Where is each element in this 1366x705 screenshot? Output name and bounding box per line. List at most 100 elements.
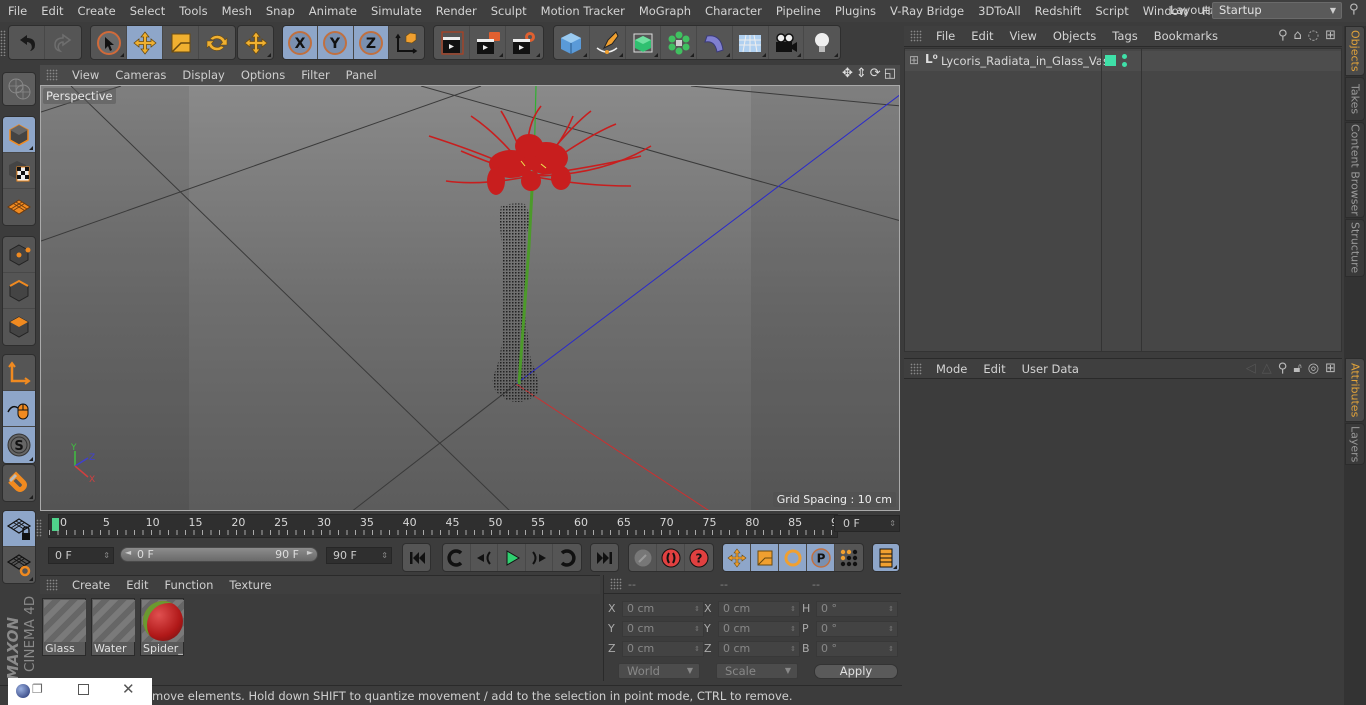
render-picture-viewer-button[interactable] xyxy=(470,26,506,59)
y-axis-lock-button[interactable]: Y xyxy=(318,26,354,59)
menu-edit[interactable]: Edit xyxy=(34,4,70,18)
solo-mode-button[interactable]: S xyxy=(3,427,35,463)
object-menu-edit[interactable]: Edit xyxy=(963,29,1001,43)
move-tool-button[interactable] xyxy=(127,26,163,59)
workplane-align-button[interactable] xyxy=(3,547,35,583)
camera-label[interactable]: Perspective xyxy=(43,88,116,104)
coordinate-field[interactable]: 0 cm ⇕ xyxy=(622,621,704,637)
key-rotation-button[interactable] xyxy=(779,544,807,571)
undo-button[interactable] xyxy=(9,26,45,59)
menu-motion-tracker[interactable]: Motion Tracker xyxy=(534,4,632,18)
polygons-mode-button[interactable] xyxy=(3,309,35,345)
workplane-mode-button[interactable] xyxy=(3,189,35,225)
menu-pipeline[interactable]: Pipeline xyxy=(769,4,828,18)
live-selection-button[interactable] xyxy=(91,26,127,59)
rotate-tool-button[interactable] xyxy=(199,26,235,59)
render-settings-button[interactable] xyxy=(506,26,542,59)
render-visibility-dot[interactable] xyxy=(1122,62,1127,67)
cloner-button[interactable] xyxy=(661,26,697,59)
viewport-menu-view[interactable]: View xyxy=(64,68,107,82)
material-menu-function[interactable]: Function xyxy=(157,578,222,592)
subdivision-nurbs-button[interactable] xyxy=(626,26,662,59)
menu-3dtoall[interactable]: 3DToAll xyxy=(971,4,1028,18)
coordinate-field[interactable]: 0 cm ⇕ xyxy=(622,601,704,617)
tab-takes[interactable]: Takes xyxy=(1345,77,1365,121)
panel-grip[interactable] xyxy=(910,30,922,42)
spinner-icon[interactable]: ⇕ xyxy=(694,622,700,636)
previous-frame-button[interactable] xyxy=(471,544,499,571)
material-swatch[interactable]: Glass xyxy=(42,598,86,656)
material-menu-edit[interactable]: Edit xyxy=(118,578,156,592)
menu-snap[interactable]: Snap xyxy=(259,4,302,18)
material-swatch[interactable]: Water xyxy=(91,598,135,656)
next-key-button[interactable] xyxy=(553,544,581,571)
start-frame-field[interactable]: 0 F ⇕ xyxy=(48,547,114,564)
light-button[interactable] xyxy=(804,26,840,59)
viewport-menu-panel[interactable]: Panel xyxy=(338,68,385,82)
panel-grip[interactable] xyxy=(46,69,58,81)
x-axis-lock-button[interactable]: X xyxy=(283,26,319,59)
editor-visibility-dot[interactable] xyxy=(1122,54,1127,59)
key-position-button[interactable] xyxy=(723,544,751,571)
search-icon[interactable]: ⚲ xyxy=(1278,361,1288,376)
coordinate-field[interactable]: 0 cm ⇕ xyxy=(718,641,800,657)
dolly-view-icon[interactable]: ⇕ xyxy=(856,66,867,81)
menu-plugins[interactable]: Plugins xyxy=(828,4,883,18)
spinner-icon[interactable]: ⇕ xyxy=(790,622,796,636)
make-editable-button[interactable] xyxy=(3,73,35,105)
menu-script[interactable]: Script xyxy=(1088,4,1135,18)
spinner-icon[interactable]: ⇕ xyxy=(888,642,894,656)
workplane-lock-button[interactable] xyxy=(3,511,35,547)
goto-start-button[interactable] xyxy=(403,544,430,571)
toggle-views-icon[interactable]: ◱ xyxy=(884,66,896,81)
menu-vray-bridge[interactable]: V-Ray Bridge xyxy=(883,4,971,18)
camera-button[interactable] xyxy=(769,26,805,59)
model-mode-button[interactable] xyxy=(3,117,35,153)
coordinate-field[interactable]: 0 ° ⇕ xyxy=(816,621,898,637)
column-divider[interactable] xyxy=(1141,49,1142,351)
object-row[interactable]: ⊞ L⁰ Lycoris_Radiata_in_Glass_Vase xyxy=(905,51,1341,71)
attribute-menu-user-data[interactable]: User Data xyxy=(1014,362,1087,376)
pen-spline-button[interactable] xyxy=(590,26,626,59)
recent-tool-button[interactable] xyxy=(238,26,273,59)
search-icon[interactable]: ⚲ xyxy=(1349,2,1359,17)
key-scale-button[interactable] xyxy=(751,544,779,571)
play-button[interactable] xyxy=(498,544,526,571)
menu-create[interactable]: Create xyxy=(71,4,123,18)
menu-redshift[interactable]: Redshift xyxy=(1028,4,1089,18)
column-divider[interactable] xyxy=(1101,49,1102,351)
snap-button[interactable] xyxy=(3,465,35,501)
spinner-icon[interactable]: ⇕ xyxy=(790,602,796,616)
coordinate-field[interactable]: 0 cm ⇕ xyxy=(622,641,704,657)
panel-grip[interactable] xyxy=(610,578,622,590)
apply-button[interactable]: Apply xyxy=(814,664,898,679)
object-name[interactable]: Lycoris_Radiata_in_Glass_Vase xyxy=(941,54,1116,68)
tab-layers[interactable]: Layers xyxy=(1345,423,1365,465)
menu-character[interactable]: Character xyxy=(698,4,769,18)
spinner-icon[interactable]: ⇕ xyxy=(790,642,796,656)
tab-attributes[interactable]: Attributes xyxy=(1345,358,1365,422)
menu-tools[interactable]: Tools xyxy=(172,4,214,18)
material-menu-texture[interactable]: Texture xyxy=(221,578,279,592)
attribute-menu-edit[interactable]: Edit xyxy=(975,362,1013,376)
layer-color-swatch[interactable] xyxy=(1105,55,1116,66)
menu-simulate[interactable]: Simulate xyxy=(364,4,429,18)
home-icon[interactable]: ⌂ xyxy=(1293,28,1301,43)
tab-structure[interactable]: Structure xyxy=(1345,219,1365,277)
target-icon[interactable]: ◎ xyxy=(1308,361,1319,376)
key-parameter-button[interactable]: P xyxy=(807,544,835,571)
keyframe-selection-button[interactable]: ? xyxy=(685,544,713,571)
range-left-arrow-icon[interactable]: ◄ xyxy=(125,548,131,557)
menu-file[interactable]: File xyxy=(0,4,34,18)
object-menu-objects[interactable]: Objects xyxy=(1045,29,1104,43)
panel-grip[interactable] xyxy=(46,579,58,591)
3d-viewport[interactable]: Y Z X Perspective Grid Spacing : 10 cm xyxy=(40,85,900,511)
timeline-window-button[interactable] xyxy=(873,544,899,571)
expand-icon[interactable]: ⊞ xyxy=(909,53,919,67)
preview-range-slider[interactable]: ◄ 0 F 90 F ► xyxy=(120,547,318,562)
restore-icon[interactable]: ❐ xyxy=(32,682,43,696)
coordinate-field[interactable]: 0 ° ⇕ xyxy=(816,641,898,657)
end-frame-field[interactable]: 90 F ⇕ xyxy=(326,547,392,564)
viewport-menu-options[interactable]: Options xyxy=(233,68,293,82)
spinner-icon[interactable]: ⇕ xyxy=(694,642,700,656)
